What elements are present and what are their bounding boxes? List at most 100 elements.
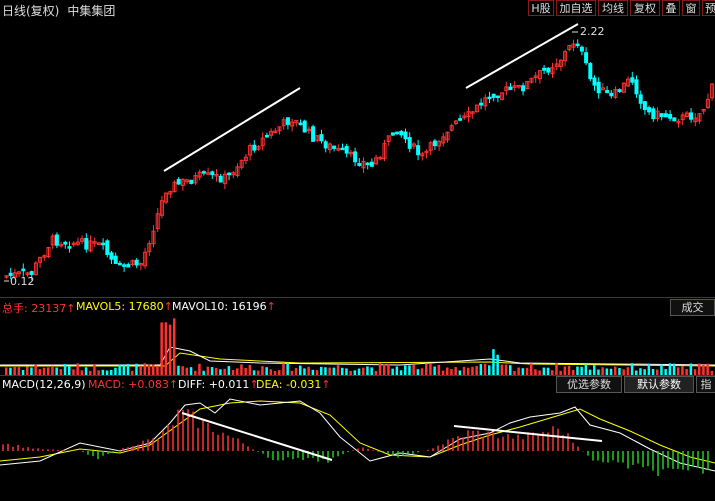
volume-bar bbox=[509, 365, 512, 375]
mavol5-value: MAVOL5: 17680↑ bbox=[76, 300, 173, 313]
dea-value: DEA: -0.031↑ bbox=[256, 378, 331, 391]
volume-bar bbox=[366, 366, 369, 375]
volume-bar bbox=[408, 365, 411, 375]
volume-bar bbox=[542, 367, 546, 375]
volume-bar bbox=[504, 364, 508, 375]
volume-bar bbox=[404, 365, 407, 375]
volume-bar bbox=[5, 367, 8, 375]
diff-value: DIFF: +0.011↑ bbox=[178, 378, 259, 391]
add-watchlist-button[interactable]: 加自选 bbox=[556, 0, 596, 16]
volume-bar bbox=[584, 364, 588, 375]
volume-bar bbox=[185, 367, 189, 375]
window-button[interactable]: 窗 bbox=[682, 0, 700, 16]
volume-bar bbox=[647, 363, 651, 375]
volume-bar bbox=[55, 367, 58, 375]
volume-bar bbox=[672, 363, 676, 375]
volume-bar bbox=[143, 363, 147, 375]
volume-bar bbox=[177, 365, 180, 375]
macd-name: MACD(12,26,9) bbox=[2, 378, 86, 391]
volume-bar bbox=[303, 368, 306, 375]
volume-bar bbox=[437, 364, 441, 375]
volume-bar bbox=[147, 364, 151, 375]
volume-bar bbox=[341, 367, 344, 375]
volume-bar bbox=[530, 363, 533, 375]
volume-indicator-button[interactable]: 成交 bbox=[670, 299, 715, 316]
trend-line-2 bbox=[465, 23, 579, 89]
volume-bar bbox=[206, 366, 210, 375]
volume-bar bbox=[34, 364, 37, 375]
volume-bar bbox=[198, 363, 201, 375]
volume-bar bbox=[454, 367, 457, 375]
volume-bar bbox=[244, 367, 247, 375]
volume-bar bbox=[446, 367, 449, 375]
volume-bar bbox=[496, 354, 499, 375]
volume-bar bbox=[383, 364, 386, 375]
volume-chart[interactable] bbox=[0, 315, 715, 375]
volume-bar bbox=[395, 366, 399, 375]
volume-bar bbox=[555, 363, 558, 375]
volume-bar bbox=[420, 368, 424, 375]
volume-bar bbox=[152, 364, 155, 375]
indicator-button[interactable]: 指 bbox=[696, 376, 715, 393]
volume-bar bbox=[433, 366, 436, 375]
volume-header: 总手: 23137↑ MAVOL5: 17680↑ MAVOL10: 16196… bbox=[0, 297, 715, 316]
candlestick-chart[interactable]: 2.22 0.12 bbox=[0, 18, 715, 297]
volume-bar bbox=[68, 365, 71, 375]
low-price-label: 0.12 bbox=[10, 275, 35, 288]
volume-bar bbox=[51, 365, 54, 375]
volume-bar bbox=[492, 349, 495, 375]
volume-bar bbox=[677, 367, 680, 375]
volume-bar bbox=[332, 367, 336, 375]
volume-bar bbox=[378, 363, 382, 375]
volume-bar bbox=[181, 366, 184, 375]
volume-bar bbox=[26, 366, 29, 375]
volume-bar bbox=[236, 368, 239, 375]
volume-bar bbox=[63, 364, 67, 375]
volume-bar bbox=[336, 365, 340, 375]
moving-average-button[interactable]: 均线 bbox=[598, 0, 628, 16]
volume-bar bbox=[282, 363, 285, 375]
volume-bar bbox=[370, 367, 373, 375]
optimal-params-button[interactable]: 优选参数 bbox=[556, 376, 622, 393]
volume-bar bbox=[42, 367, 46, 375]
volume-bar bbox=[294, 368, 298, 375]
volume-bar bbox=[660, 364, 663, 375]
volume-bar bbox=[601, 367, 604, 375]
overlay-button[interactable]: 叠 bbox=[662, 0, 680, 16]
volume-bar bbox=[17, 367, 21, 375]
volume-bar bbox=[387, 364, 390, 375]
volume-bar bbox=[668, 363, 672, 375]
volume-bar bbox=[517, 367, 520, 375]
period-label: 日线(复权) bbox=[2, 4, 60, 18]
volume-canvas bbox=[0, 318, 715, 375]
macd-chart[interactable] bbox=[0, 393, 715, 501]
volume-bar bbox=[475, 365, 478, 375]
volume-bar bbox=[168, 324, 172, 375]
volume-bar bbox=[307, 366, 310, 375]
macd-value: MACD: +0.083↑ bbox=[88, 378, 179, 391]
mavol10-value: MAVOL10: 16196↑ bbox=[172, 300, 276, 313]
adjust-button[interactable]: 复权 bbox=[630, 0, 660, 16]
volume-bar bbox=[286, 363, 289, 375]
volume-bar bbox=[9, 367, 12, 375]
volume-bar bbox=[84, 367, 88, 375]
divergence-line-1 bbox=[181, 412, 333, 461]
volume-bar bbox=[139, 365, 142, 375]
volume-bar bbox=[320, 366, 323, 375]
hshare-button[interactable]: H股 bbox=[528, 0, 554, 16]
volume-bar bbox=[135, 363, 138, 375]
chart-header: 日线(复权) 中集集团 H股 加自选 均线 复权 叠 窗 预 bbox=[0, 0, 715, 18]
volume-bar bbox=[215, 367, 218, 375]
volume-bar bbox=[639, 368, 642, 375]
stock-name: 中集集团 bbox=[67, 4, 116, 18]
volume-bar bbox=[593, 365, 596, 375]
volume-bar bbox=[248, 364, 252, 375]
forecast-button[interactable]: 预 bbox=[702, 0, 715, 16]
volume-bar bbox=[93, 364, 96, 375]
volume-bar bbox=[479, 364, 483, 375]
volume-bar bbox=[265, 367, 268, 375]
default-params-button[interactable]: 默认参数 bbox=[624, 376, 694, 393]
volume-bar bbox=[429, 363, 432, 375]
volume-bar bbox=[521, 368, 525, 375]
volume-bar bbox=[299, 365, 302, 375]
